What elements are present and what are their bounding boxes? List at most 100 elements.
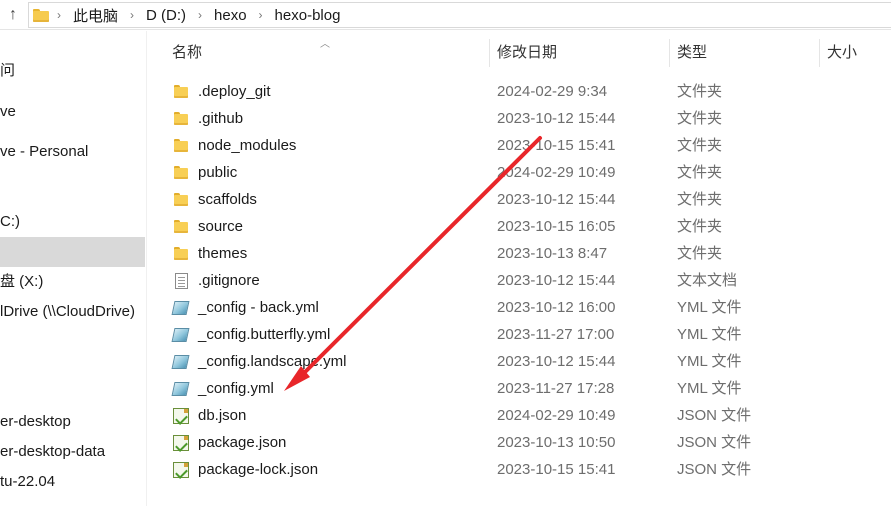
- file-row[interactable]: _config.landscape.yml 2023-10-12 15:44 Y…: [166, 348, 856, 375]
- file-name: source: [198, 218, 244, 235]
- nav-item[interactable]: lDrive (\\CloudDrive): [0, 297, 145, 327]
- nav-item[interactable]: 盘 (X:): [0, 267, 145, 297]
- file-date: 2023-10-13 8:47: [497, 245, 608, 262]
- file-row[interactable]: .deploy_git 2024-02-29 9:34 文件夹: [166, 78, 856, 105]
- file-row[interactable]: scaffolds 2023-10-12 15:44 文件夹: [166, 186, 856, 213]
- file-row[interactable]: themes 2023-10-13 8:47 文件夹: [166, 240, 856, 267]
- breadcrumb-hexo-blog[interactable]: hexo-blog: [271, 7, 345, 24]
- file-name: .deploy_git: [198, 83, 271, 100]
- file-type: 文件夹: [677, 245, 723, 262]
- folder-icon: [173, 138, 189, 154]
- file-date: 2023-11-27 17:00: [497, 326, 615, 343]
- address-bar: ↑ › 此电脑 › D (D:) › hexo › hexo-blog: [0, 0, 891, 30]
- json-file-icon: [173, 408, 189, 424]
- text-file-icon: [175, 273, 188, 289]
- nav-item[interactable]: er-desktop-data: [0, 437, 145, 467]
- file-type: YML 文件: [677, 353, 742, 370]
- file-type: JSON 文件: [677, 407, 752, 424]
- file-row[interactable]: _config - back.yml 2023-10-12 16:00 YML …: [166, 294, 856, 321]
- nav-item[interactable]: er-desktop: [0, 407, 145, 437]
- file-type: YML 文件: [677, 380, 742, 397]
- file-type: YML 文件: [677, 299, 742, 316]
- file-row[interactable]: .github 2023-10-12 15:44 文件夹: [166, 105, 856, 132]
- yml-file-icon: [171, 328, 190, 342]
- file-type: 文件夹: [677, 191, 723, 208]
- nav-item[interactable]: tu-22.04: [0, 467, 145, 497]
- yml-file-icon: [171, 301, 190, 315]
- file-name: _config.landscape.yml: [198, 353, 347, 370]
- column-header-date[interactable]: 修改日期: [490, 39, 670, 67]
- file-name: node_modules: [198, 137, 297, 154]
- file-list-pane: ︿ 名称 修改日期 类型 大小 .deploy_git 2024-02-29 9…: [146, 31, 891, 506]
- file-date: 2023-11-27 17:28: [497, 380, 615, 397]
- file-date: 2023-10-12 15:44: [497, 191, 616, 208]
- file-name: public: [198, 164, 238, 181]
- file-name: package-lock.json: [198, 461, 319, 478]
- chevron-right-icon[interactable]: ›: [251, 8, 271, 22]
- file-row[interactable]: package-lock.json 2023-10-15 15:41 JSON …: [166, 456, 856, 483]
- folder-icon: [33, 8, 49, 22]
- nav-item[interactable]: ve - Personal: [0, 137, 145, 167]
- file-date: 2024-02-29 10:49: [497, 407, 616, 424]
- file-date: 2024-02-29 10:49: [497, 164, 616, 181]
- file-name: scaffolds: [198, 191, 257, 208]
- file-name: package.json: [198, 434, 287, 451]
- json-file-icon: [173, 435, 189, 451]
- chevron-right-icon[interactable]: ›: [190, 8, 210, 22]
- nav-item-selected[interactable]: [0, 237, 145, 267]
- folder-icon: [173, 219, 189, 235]
- file-date: 2023-10-12 15:44: [497, 353, 616, 370]
- file-name: .gitignore: [198, 272, 260, 289]
- folder-icon: [173, 192, 189, 208]
- file-type: YML 文件: [677, 326, 742, 343]
- file-name: themes: [198, 245, 248, 262]
- breadcrumb-drive-d[interactable]: D (D:): [142, 7, 190, 24]
- nav-item[interactable]: C:): [0, 207, 145, 237]
- file-type: 文件夹: [677, 83, 723, 100]
- file-row[interactable]: source 2023-10-15 16:05 文件夹: [166, 213, 856, 240]
- file-name: _config.yml: [198, 380, 274, 397]
- file-name: .github: [198, 110, 244, 127]
- breadcrumb[interactable]: › 此电脑 › D (D:) › hexo › hexo-blog: [28, 2, 891, 28]
- folder-icon: [173, 84, 189, 100]
- file-name: _config - back.yml: [198, 299, 319, 316]
- file-row[interactable]: node_modules 2023-10-15 15:41 文件夹: [166, 132, 856, 159]
- file-type: 文本文档: [677, 272, 738, 289]
- file-date: 2023-10-15 15:41: [497, 461, 616, 478]
- folder-icon: [173, 246, 189, 262]
- file-name: _config.butterfly.yml: [198, 326, 331, 343]
- column-header-type[interactable]: 类型: [670, 39, 820, 67]
- file-date: 2023-10-12 15:44: [497, 272, 616, 289]
- yml-file-icon: [171, 382, 190, 396]
- file-date: 2023-10-12 16:00: [497, 299, 616, 316]
- chevron-right-icon[interactable]: ›: [49, 8, 69, 22]
- file-date: 2023-10-15 16:05: [497, 218, 616, 235]
- column-header-name[interactable]: 名称: [165, 39, 490, 67]
- navigation-pane: 问 ve ve - Personal C:) 盘 (X:) lDrive (\\…: [0, 31, 145, 506]
- file-row[interactable]: db.json 2024-02-29 10:49 JSON 文件: [166, 402, 856, 429]
- file-row[interactable]: _config.butterfly.yml 2023-11-27 17:00 Y…: [166, 321, 856, 348]
- column-header-row: ︿ 名称 修改日期 类型 大小: [147, 31, 891, 75]
- column-header-size[interactable]: 大小: [820, 39, 891, 67]
- file-row[interactable]: _config.yml 2023-11-27 17:28 YML 文件: [166, 375, 856, 402]
- breadcrumb-hexo[interactable]: hexo: [210, 7, 251, 24]
- file-type: 文件夹: [677, 218, 723, 235]
- file-type: 文件夹: [677, 110, 723, 127]
- chevron-right-icon[interactable]: ›: [122, 8, 142, 22]
- nav-item[interactable]: 问: [0, 56, 145, 86]
- file-type: JSON 文件: [677, 434, 752, 451]
- breadcrumb-this-pc[interactable]: 此电脑: [69, 5, 122, 26]
- file-name: db.json: [198, 407, 247, 424]
- file-row[interactable]: public 2024-02-29 10:49 文件夹: [166, 159, 856, 186]
- file-date: 2023-10-13 10:50: [497, 434, 616, 451]
- folder-icon: [173, 165, 189, 181]
- file-date: 2023-10-12 15:44: [497, 110, 616, 127]
- json-file-icon: [173, 462, 189, 478]
- file-date: 2024-02-29 9:34: [497, 83, 608, 100]
- file-row[interactable]: .gitignore 2023-10-12 15:44 文本文档: [166, 267, 856, 294]
- yml-file-icon: [171, 355, 190, 369]
- file-type: 文件夹: [677, 137, 723, 154]
- up-arrow-icon[interactable]: ↑: [2, 4, 24, 26]
- nav-item[interactable]: ve: [0, 97, 145, 127]
- file-row[interactable]: package.json 2023-10-13 10:50 JSON 文件: [166, 429, 856, 456]
